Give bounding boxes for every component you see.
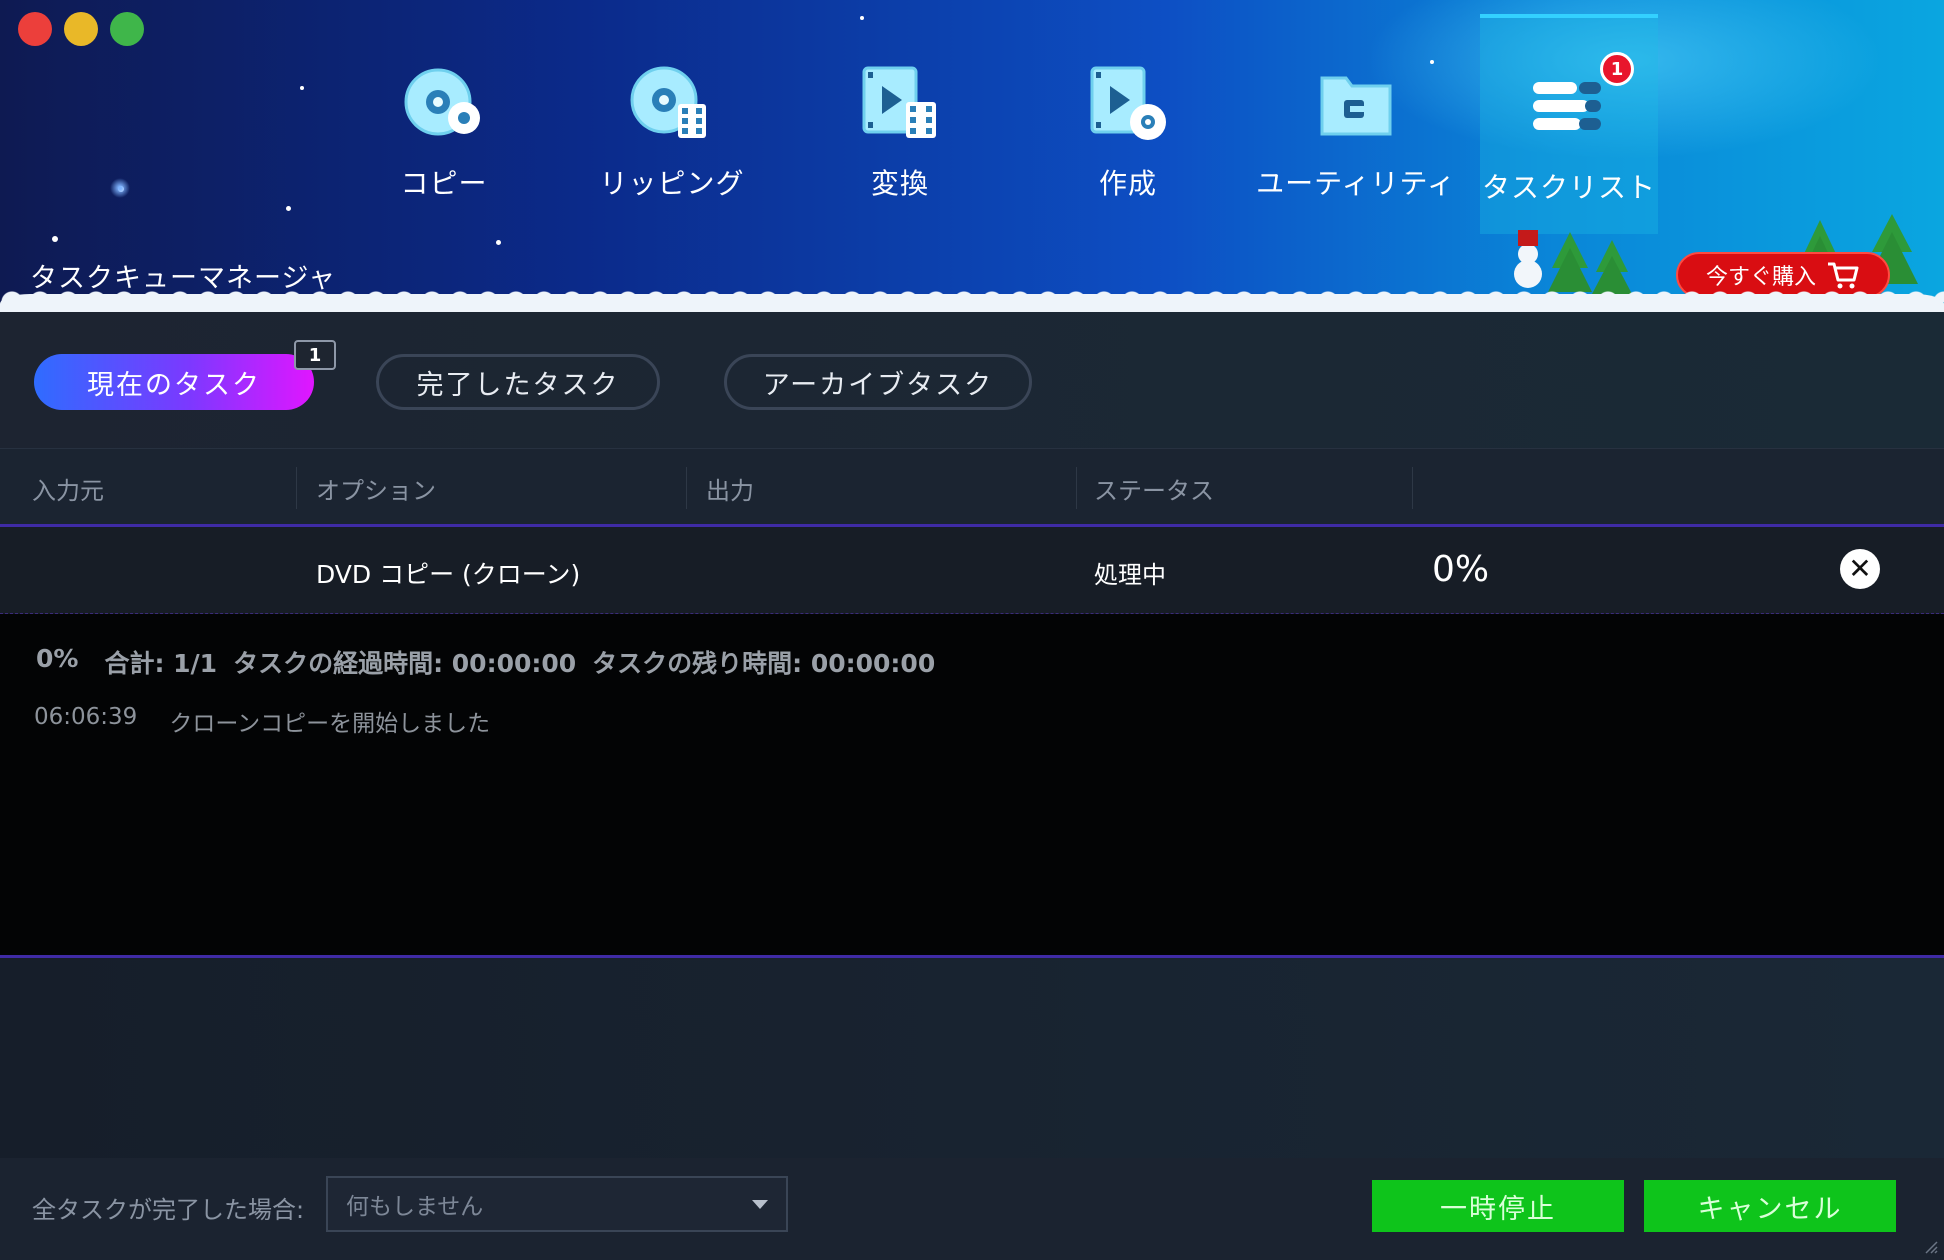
log-entry-time: 06:06:39 — [34, 704, 138, 730]
column-divider — [1076, 467, 1077, 509]
video-create-icon — [1082, 62, 1174, 148]
star-decoration — [52, 236, 58, 242]
window-controls — [18, 12, 144, 46]
on-complete-label: 全タスクが完了した場合: — [32, 1196, 305, 1224]
nav-item-task-list[interactable]: 1 タスクリスト — [1480, 14, 1658, 234]
on-complete-select[interactable]: 何もしません — [326, 1176, 788, 1232]
log-elapsed-time: タスクの経過時間: 00:00:00 — [233, 649, 577, 678]
nav-item-ripping[interactable]: リッピング — [558, 14, 786, 234]
close-window-button[interactable] — [18, 12, 52, 46]
nav-label: 変換 — [870, 167, 929, 200]
star-decoration — [496, 240, 501, 245]
task-list-icon — [1523, 66, 1615, 152]
chevron-down-icon — [752, 1200, 768, 1209]
main-nav: コピー リッピング 変換 作成 ユーティリティ 1 タスクリスト — [330, 14, 1658, 234]
task-log-panel: 0% 合計: 1/1 タスクの経過時間: 00:00:00 タスクの残り時間: … — [0, 614, 1944, 958]
task-table-header: 入力元 オプション 出力 ステータス — [0, 448, 1944, 524]
tab-current-tasks[interactable]: 現在のタスク — [34, 354, 314, 410]
nav-label: リッピング — [599, 167, 745, 200]
header-banner: コピー リッピング 変換 作成 ユーティリティ 1 タスクリスト タスクキューマ… — [0, 0, 1944, 312]
nav-item-copy[interactable]: コピー — [330, 14, 558, 234]
star-decoration — [286, 206, 291, 211]
tab-completed-tasks[interactable]: 完了したタスク — [376, 354, 660, 410]
log-entry: 06:06:39 クローンコピーを開始しました — [34, 704, 490, 738]
cancel-button[interactable]: キャンセル — [1644, 1180, 1896, 1232]
zoom-window-button[interactable] — [110, 12, 144, 46]
snow-decoration — [0, 294, 1944, 312]
column-header-source: 入力元 — [32, 477, 104, 505]
star-decoration — [300, 86, 304, 90]
log-total: 合計: 1/1 — [104, 649, 218, 678]
empty-task-area — [0, 958, 1944, 1158]
column-header-options: オプション — [316, 477, 436, 505]
close-icon: ✕ — [1848, 552, 1872, 585]
star-decoration — [110, 178, 130, 198]
pause-button[interactable]: 一時停止 — [1372, 1180, 1624, 1232]
footer-bar: 全タスクが完了した場合: 何もしません 一時停止 キャンセル — [0, 1158, 1944, 1260]
cart-icon — [1828, 262, 1859, 289]
tab-archived-tasks[interactable]: アーカイブタスク — [724, 354, 1032, 410]
nav-item-create[interactable]: 作成 — [1014, 14, 1242, 234]
current-task-count-badge: 1 — [294, 340, 336, 370]
table-row[interactable]: DVD コピー (クローン) 処理中 0% ✕ — [0, 524, 1944, 614]
log-summary: 0% 合計: 1/1 タスクの経過時間: 00:00:00 タスクの残り時間: … — [36, 644, 935, 680]
minimize-window-button[interactable] — [64, 12, 98, 46]
task-option: DVD コピー (クローン) — [316, 560, 581, 589]
buy-now-label: 今すぐ購入 — [1705, 265, 1816, 290]
disc-copy-icon — [398, 62, 490, 148]
column-divider — [296, 467, 297, 509]
resize-grip-icon[interactable] — [1922, 1238, 1938, 1254]
task-status: 処理中 — [1094, 561, 1166, 589]
nav-item-utility[interactable]: ユーティリティ — [1242, 14, 1470, 234]
notification-badge: 1 — [1600, 52, 1634, 86]
nav-item-convert[interactable]: 変換 — [786, 14, 1014, 234]
task-progress-percent: 0% — [1432, 549, 1490, 590]
on-complete-select-value: 何もしません — [346, 1194, 484, 1220]
column-header-status: ステータス — [1094, 477, 1214, 505]
task-tabs-bar: 現在のタスク 1 完了したタスク アーカイブタスク — [0, 312, 1944, 448]
log-entry-message: クローンコピーを開始しました — [169, 711, 491, 737]
nav-label: 作成 — [1098, 167, 1157, 200]
log-remaining-time: タスクの残り時間: 00:00:00 — [592, 649, 936, 678]
toolbox-icon — [1310, 62, 1402, 148]
column-divider — [1412, 467, 1413, 509]
column-divider — [686, 467, 687, 509]
nav-label: ユーティリティ — [1256, 167, 1456, 200]
remove-task-button[interactable]: ✕ — [1840, 549, 1880, 589]
column-header-output: 出力 — [706, 477, 754, 505]
nav-label: タスクリスト — [1481, 171, 1656, 204]
nav-label: コピー — [400, 167, 488, 200]
disc-ripping-icon — [626, 62, 718, 148]
video-convert-icon — [854, 62, 946, 148]
log-percent: 0% — [36, 644, 79, 673]
